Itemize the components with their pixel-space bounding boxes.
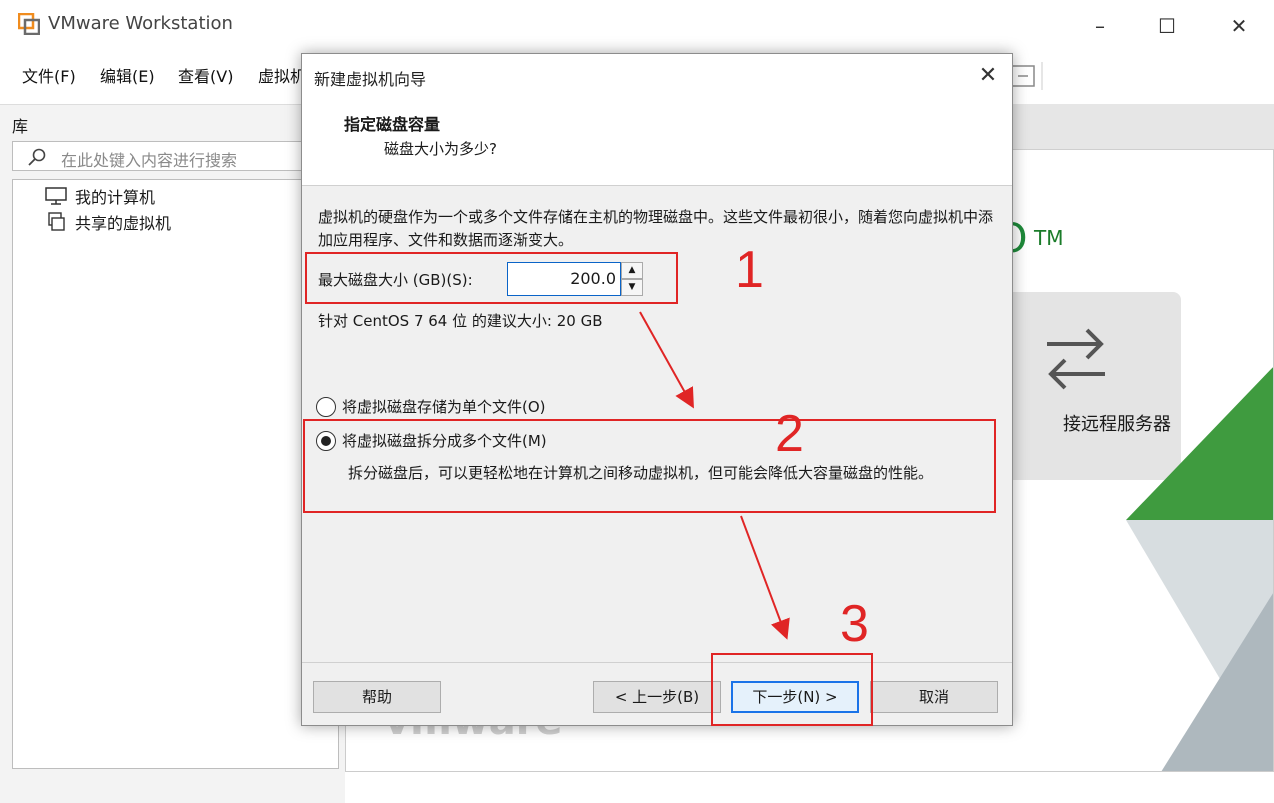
annotation-number-3: 3 (840, 595, 869, 653)
store-single-file-option[interactable]: 将虚拟磁盘存储为单个文件(O) (316, 396, 546, 417)
library-search-input[interactable]: 在此处键入内容进行搜索 (12, 141, 332, 171)
toolbar-view-icon[interactable] (1010, 60, 1070, 92)
library-title: 库 (12, 117, 29, 136)
vmware-logo-icon (18, 13, 40, 35)
search-placeholder: 在此处键入内容进行搜索 (61, 151, 238, 170)
maximize-button[interactable]: ☐ (1152, 12, 1182, 40)
tree-item-label: 我的计算机 (75, 188, 156, 207)
monitor-icon (45, 187, 67, 205)
new-vm-wizard-dialog: 新建虚拟机向导 ✕ 指定磁盘容量 磁盘大小为多少? 虚拟机的硬盘作为一个或多个文… (301, 53, 1013, 726)
trademark: TM (1034, 226, 1064, 250)
library-panel: 库 在此处键入内容进行搜索 我的计算机 共享的虚拟机 (0, 104, 345, 803)
dialog-close-button[interactable]: ✕ (976, 64, 1000, 88)
toolbar (1010, 60, 1274, 92)
menu-vm[interactable]: 虚拟机 (258, 63, 306, 87)
annotation-box-1 (305, 252, 678, 304)
app-titlebar: VMware Workstation – ☐ ✕ (0, 0, 1274, 50)
help-button[interactable]: 帮助 (313, 681, 441, 713)
dialog-subheading: 磁盘大小为多少? (384, 140, 497, 158)
shared-vm-icon (48, 212, 65, 231)
decorative-triangles (1126, 367, 1273, 771)
menu-edit[interactable]: 编辑(E) (100, 63, 155, 87)
dialog-header: 指定磁盘容量 磁盘大小为多少? (302, 98, 1012, 186)
back-button[interactable]: < 上一步(B) (593, 681, 721, 713)
annotation-number-1: 1 (735, 241, 764, 299)
disk-description: 虚拟机的硬盘作为一个或多个文件存储在主机的物理磁盘中。这些文件最初很小，随着您向… (318, 208, 994, 249)
tree-item-shared-vms[interactable]: 共享的虚拟机 (45, 210, 171, 234)
library-tree: 我的计算机 共享的虚拟机 (12, 179, 339, 769)
cancel-button[interactable]: 取消 (870, 681, 998, 713)
minimize-button[interactable]: – (1085, 12, 1115, 40)
radio-single-file[interactable] (316, 396, 336, 417)
close-window-button[interactable]: ✕ (1224, 12, 1254, 40)
annotation-box-2 (303, 419, 996, 513)
tree-item-my-computer[interactable]: 我的计算机 (45, 184, 155, 208)
dialog-title: 新建虚拟机向导 (314, 70, 427, 89)
annotation-number-2: 2 (775, 405, 804, 463)
search-icon (28, 148, 46, 166)
radio-label: 将虚拟磁盘存储为单个文件(O) (342, 398, 546, 416)
annotation-box-3 (711, 653, 873, 726)
dialog-footer: 帮助 < 上一步(B) 下一步(N) > 取消 (302, 662, 1012, 725)
menu-view[interactable]: 查看(V) (178, 63, 233, 87)
app-title: VMware Workstation (48, 13, 233, 34)
dialog-titlebar: 新建虚拟机向导 ✕ (302, 54, 1012, 98)
dialog-heading: 指定磁盘容量 (344, 115, 441, 134)
menu-file[interactable]: 文件(F) (22, 63, 76, 87)
tree-item-label: 共享的虚拟机 (75, 214, 172, 233)
recommended-size-text: 针对 CentOS 7 64 位 的建议大小: 20 GB (318, 312, 603, 330)
